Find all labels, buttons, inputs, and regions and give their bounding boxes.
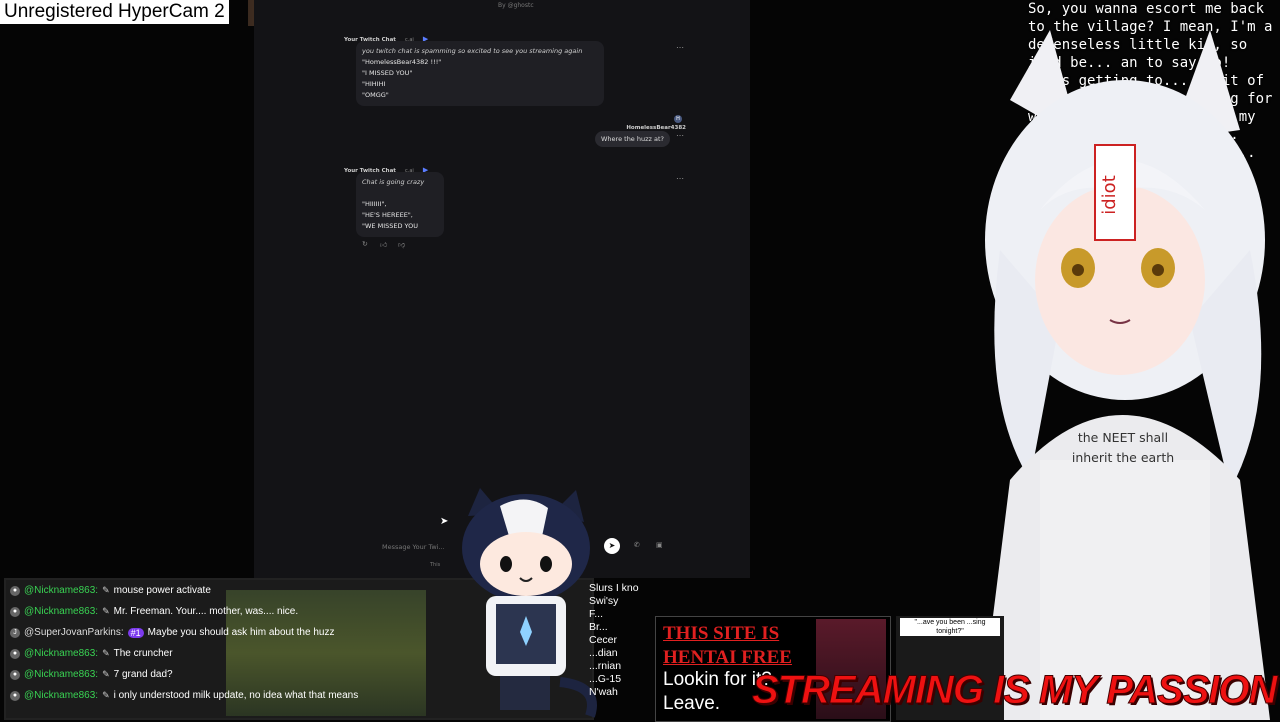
chat-message: mouse power activate (113, 585, 211, 596)
user-icon: ● (10, 606, 20, 617)
message-line: "I MISSED YOU" (362, 69, 413, 77)
ad-text: Leave. (663, 693, 721, 714)
call-icon[interactable]: ✆ (634, 541, 640, 549)
headband-text: idiot (1099, 175, 1120, 215)
chat-username: @Nickname863: (24, 585, 99, 596)
pencil-icon: ✎ (102, 669, 110, 679)
message-line: "HIIIIII", (362, 200, 387, 208)
thumbs-up-icon[interactable]: 👍︎ (380, 240, 387, 249)
chat-message: 7 grand dad? (113, 669, 173, 680)
chat-username: @Nickname863: (24, 690, 99, 701)
message-menu-icon[interactable]: ⋯ (676, 174, 684, 183)
pencil-icon: ✎ (102, 648, 110, 658)
stream-banner: STREAMING IS MY PASSION (752, 668, 1278, 713)
pencil-icon: ✎ (102, 585, 110, 595)
chat-username: @Nickname863: (24, 606, 99, 617)
chat-message: The cruncher (113, 648, 173, 659)
user-icon: ● (10, 648, 20, 659)
image-icon[interactable]: ▣ (656, 541, 663, 549)
ad-headline: THIS SITE IS (663, 623, 780, 644)
byline: By @ghostc (498, 2, 534, 9)
chat-message: Mr. Freeman. Your.... mother, was.... ni… (113, 606, 299, 617)
ad-headline: HENTAI FREE (663, 647, 792, 668)
user-avatar: H (674, 115, 682, 123)
chat-message: i only understood milk update, no idea w… (113, 690, 359, 701)
hypercam-watermark: Unregistered HyperCam 2 (0, 0, 229, 24)
message-line: "HE'S HEREEE", (362, 211, 413, 219)
thumbs-down-icon[interactable]: 👎︎ (398, 240, 405, 249)
list-item: Br... (589, 621, 608, 633)
user-icon: ● (10, 669, 20, 680)
message-line: Chat is going crazy (362, 178, 425, 186)
user-message-bubble: Where the huzz at? (595, 131, 670, 147)
list-item: N'wah (589, 686, 618, 698)
message-menu-icon[interactable]: ⋯ (676, 131, 684, 140)
message-line: "HomelessBear4382 !!!" (362, 58, 442, 66)
bot-message-bubble: Chat is going crazy "HIIIIII", "HE'S HER… (356, 172, 444, 237)
ad-caption: "...ave you been ...sing tonight?" (900, 618, 1000, 636)
vtuber-avatar: idiot (980, 30, 1270, 720)
bot-message-bubble: you twitch chat is spamming so excited t… (356, 41, 604, 106)
list-item: Slurs I kno (589, 582, 639, 594)
list-item: ...dian (589, 647, 618, 659)
shirt-text: the NEET shall inherit the earth (1071, 430, 1175, 465)
message-menu-icon[interactable]: ⋯ (676, 43, 684, 52)
user-icon: J (10, 627, 20, 638)
message-line: "OMGG" (362, 91, 389, 99)
rank-badge: #1 (127, 627, 144, 638)
pencil-icon: ✎ (102, 690, 110, 700)
message-line: "WE MISSED YOU (362, 222, 419, 230)
footer-note: This (430, 562, 441, 568)
chat-username: @Nickname863: (24, 669, 99, 680)
list-item: Swi'sy (589, 595, 619, 607)
regenerate-icon[interactable]: ↻ (362, 240, 368, 248)
chat-message: Maybe you should ask him about the huzz (147, 627, 335, 638)
message-line: you twitch chat is spamming so excited t… (362, 47, 583, 55)
chat-username: @Nickname863: (24, 648, 99, 659)
list-item: Cecer (589, 634, 618, 646)
list-item: F... (589, 608, 604, 620)
user-icon: ● (10, 690, 20, 701)
chat-username: @SuperJovanParkins: (24, 627, 124, 638)
list-item: ...G-15 (589, 673, 622, 685)
message-line: "HIHIHI (362, 80, 386, 88)
list-item: ...rnian (589, 660, 622, 672)
side-text-list: Slurs I kno Swi'sy F... Br... Cecer ...d… (589, 582, 655, 699)
user-icon: ● (10, 585, 20, 596)
pencil-icon: ✎ (102, 606, 110, 616)
